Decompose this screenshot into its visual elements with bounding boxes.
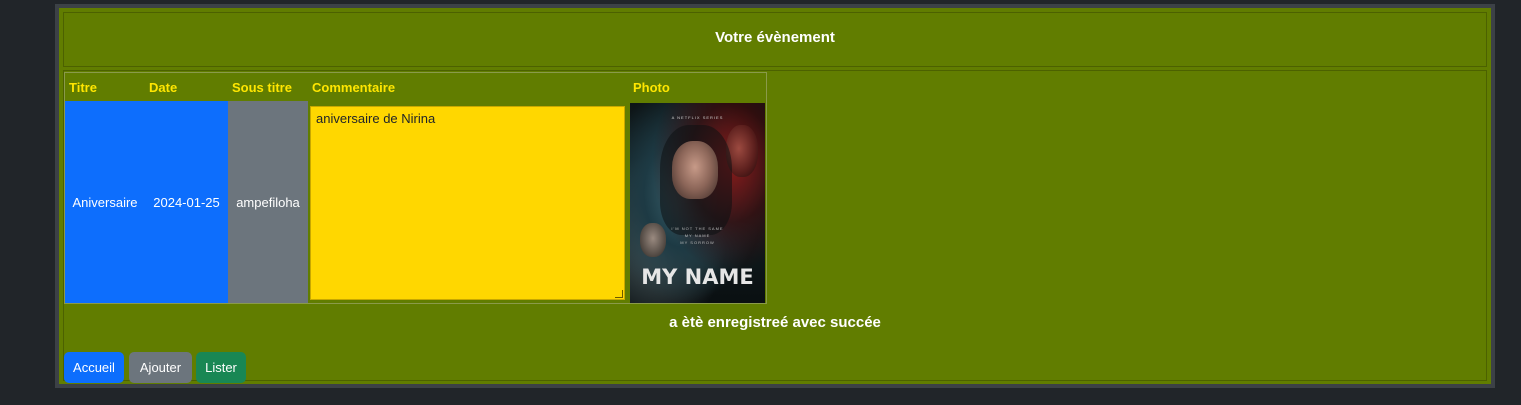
table-row: Aniversaire 2024-01-25 ampefiloha aniver…	[64, 101, 767, 304]
table-header-row: Titre Date Sous titre Commentaire Photo	[64, 72, 767, 101]
column-header-titre: Titre	[64, 72, 145, 101]
cell-date: 2024-01-25	[145, 101, 228, 304]
event-table: Titre Date Sous titre Commentaire Photo …	[64, 72, 767, 304]
poster-title: MY NAME	[641, 264, 754, 289]
page-title: Votre évènement	[715, 29, 835, 46]
comment-textarea[interactable]: aniversaire de Nirina	[310, 106, 625, 300]
column-header-commentaire: Commentaire	[308, 72, 629, 101]
column-header-date: Date	[145, 72, 228, 101]
ajouter-button[interactable]: Ajouter	[129, 352, 192, 383]
resize-grip-icon[interactable]	[615, 290, 623, 298]
lister-button[interactable]: Lister	[196, 352, 246, 383]
poster-figure	[672, 140, 718, 199]
column-header-photo: Photo	[629, 72, 767, 101]
event-panel: Votre évènement Titre Date Sous titre Co…	[59, 8, 1491, 384]
success-message: a ètè enregistreé avec succée	[669, 314, 881, 331]
header-box: Votre évènement	[63, 12, 1487, 67]
column-header-sous-titre: Sous titre	[228, 72, 308, 101]
event-photo: A NETFLIX SERIES I'M NOT THE SAME MY NAM…	[630, 102, 765, 303]
cell-photo: A NETFLIX SERIES I'M NOT THE SAME MY NAM…	[629, 101, 767, 304]
cell-sous-titre: ampefiloha	[228, 101, 308, 304]
cell-commentaire: aniversaire de Nirina	[308, 101, 629, 304]
accueil-button[interactable]: Accueil	[64, 352, 124, 383]
poster-top-text: A NETFLIX SERIES	[671, 114, 724, 120]
comment-text: aniversaire de Nirina	[316, 111, 436, 126]
cell-titre: Aniversaire	[64, 101, 145, 304]
page-frame: Votre évènement Titre Date Sous titre Co…	[55, 4, 1495, 388]
poster-tagline: I'M NOT THE SAME MY NAME MY SORROW	[671, 225, 724, 245]
